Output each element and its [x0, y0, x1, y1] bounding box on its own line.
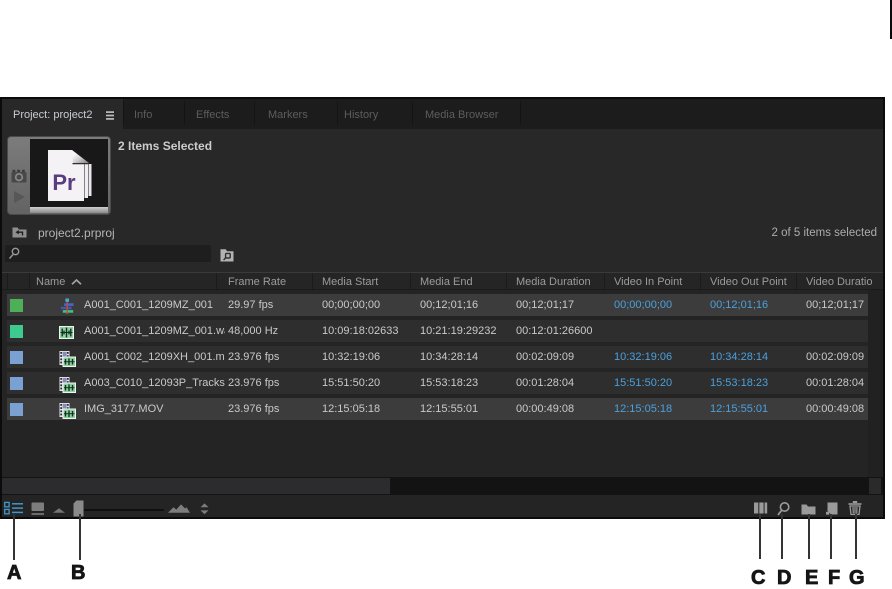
- svg-text:Pr: Pr: [52, 170, 76, 195]
